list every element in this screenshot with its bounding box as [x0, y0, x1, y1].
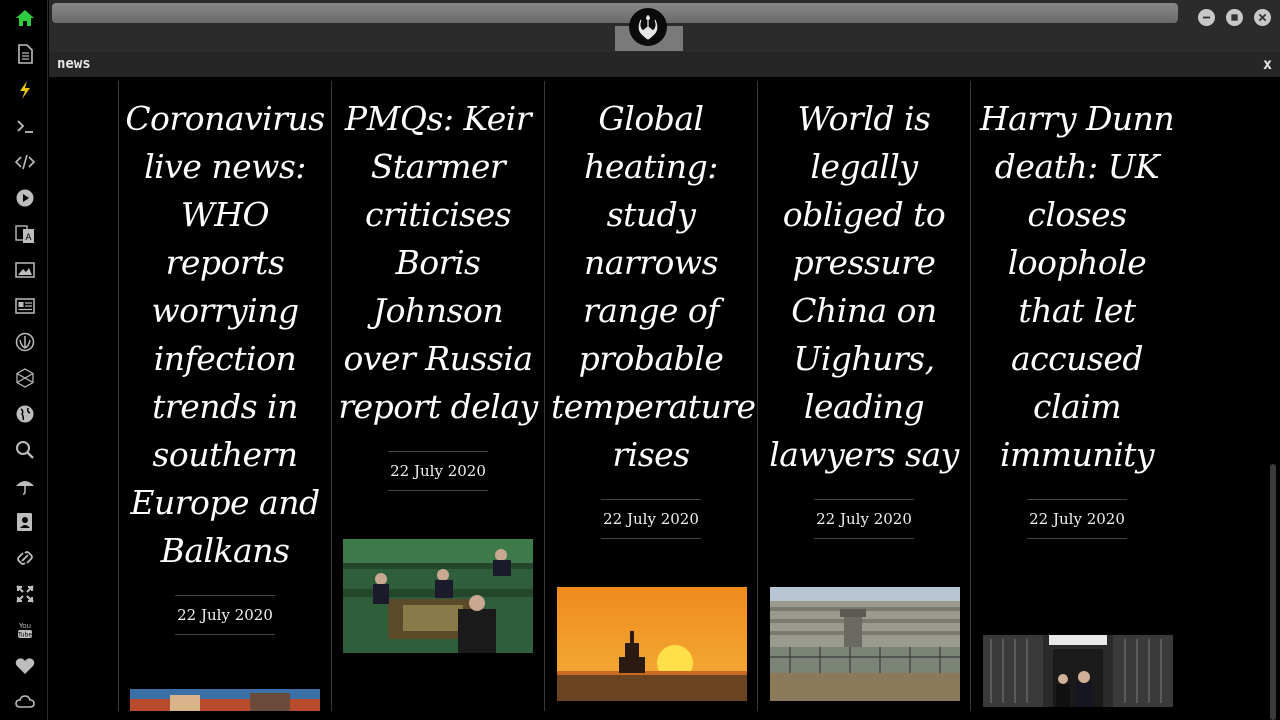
search-icon[interactable] [12, 437, 38, 463]
image-icon[interactable] [12, 257, 38, 283]
bolt-icon[interactable] [12, 77, 38, 103]
maximize-button[interactable] [1226, 9, 1243, 26]
article-card[interactable]: Global heating: study narrows range of p… [544, 81, 757, 711]
newspaper-icon[interactable] [12, 293, 38, 319]
document-icon[interactable] [12, 41, 38, 67]
article-thumbnail[interactable] [770, 587, 960, 701]
svg-text:You: You [18, 622, 31, 630]
play-icon[interactable] [12, 185, 38, 211]
youtube-icon[interactable]: You Tube [12, 617, 38, 643]
translate-icon[interactable]: A [12, 221, 38, 247]
article-thumbnail[interactable] [343, 539, 533, 653]
rebel-alliance-icon[interactable] [12, 329, 38, 355]
news-panel-header: news x [49, 52, 1280, 77]
svg-text:A: A [25, 233, 32, 243]
article-thumbnail[interactable] [130, 689, 320, 711]
code-icon[interactable] [12, 149, 38, 175]
hexagon-network-icon[interactable] [12, 365, 38, 391]
address-bar[interactable] [52, 3, 1178, 23]
article-card[interactable]: PMQs: Keir Starmer criticises Boris John… [331, 81, 544, 711]
vertical-scrollbar[interactable] [1270, 464, 1276, 720]
expand-arrows-icon[interactable] [12, 581, 38, 607]
article-date: 22 July 2020 [1027, 499, 1127, 539]
heart-icon[interactable] [12, 653, 38, 679]
article-headline[interactable]: Coronavirus live news: WHO reports worry… [119, 81, 331, 575]
rebel-logo-icon[interactable] [629, 8, 667, 46]
article-thumbnail[interactable] [557, 587, 747, 701]
article-headline[interactable]: Harry Dunn death: UK closes loophole tha… [971, 81, 1183, 479]
news-feed: Coronavirus live news: WHO reports worry… [49, 77, 1280, 720]
home-icon[interactable] [12, 5, 38, 31]
article-headline[interactable]: World is legally obliged to pressure Chi… [758, 81, 970, 479]
article-headline[interactable]: PMQs: Keir Starmer criticises Boris John… [332, 81, 544, 431]
app-sidebar: A You Tube [0, 0, 48, 720]
article-card[interactable]: Coronavirus live news: WHO reports worry… [118, 81, 331, 711]
cloud-icon[interactable] [12, 689, 38, 715]
globe-icon[interactable] [12, 401, 38, 427]
close-window-button[interactable] [1254, 9, 1271, 26]
article-card[interactable]: World is legally obliged to pressure Chi… [757, 81, 970, 711]
panel-title: news [57, 56, 91, 72]
svg-text:Tube: Tube [17, 632, 32, 639]
article-date: 22 July 2020 [814, 499, 914, 539]
article-thumbnail[interactable] [983, 635, 1173, 707]
article-headline[interactable]: Global heating: study narrows range of p… [545, 81, 757, 479]
contact-card-icon[interactable] [12, 509, 38, 535]
window-toolbar [49, 0, 1280, 52]
article-date: 22 July 2020 [175, 595, 275, 635]
terminal-icon[interactable] [12, 113, 38, 139]
article-date: 22 July 2020 [388, 451, 488, 491]
article-card[interactable]: Harry Dunn death: UK closes loophole tha… [970, 81, 1183, 711]
minimize-button[interactable] [1198, 9, 1215, 26]
article-date: 22 July 2020 [601, 499, 701, 539]
panel-close-button[interactable]: x [1263, 55, 1272, 73]
umbrella-icon[interactable] [12, 473, 38, 499]
link-icon[interactable] [12, 545, 38, 571]
